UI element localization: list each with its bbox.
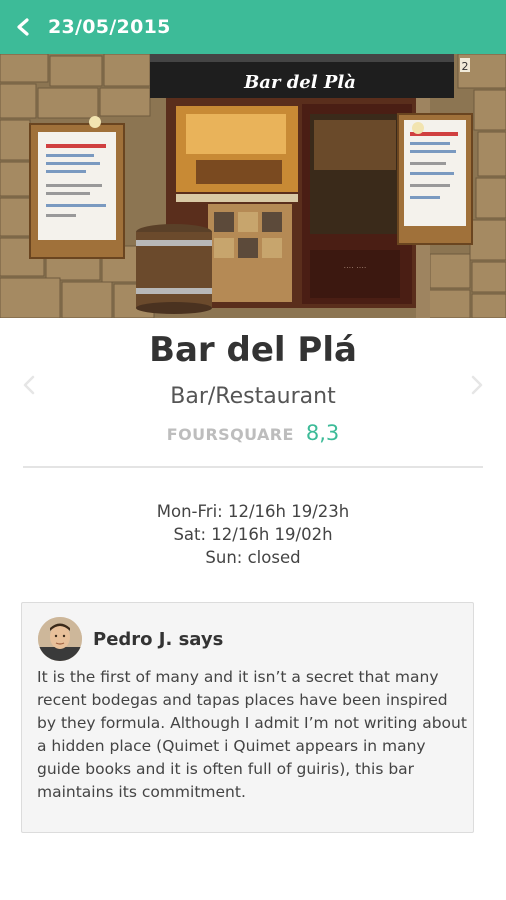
venue-photo: Bar del Plà 2 .... .... xyxy=(0,54,506,318)
app-screen: 23/05/2015 Bar del Plà 2 .... .... Bar d… xyxy=(0,0,506,900)
chevron-right-icon xyxy=(471,375,483,395)
venue-category: Bar/Restaurant xyxy=(170,384,336,409)
opening-hours: Mon-Fri: 12/16h 19/23h Sat: 12/16h 19/02… xyxy=(0,500,506,569)
hours-weekdays: Mon-Fri: 12/16h 19/23h xyxy=(156,502,350,521)
next-venue-button[interactable] xyxy=(462,370,492,400)
chevron-left-icon xyxy=(23,375,35,395)
rating-source-label: FOURSQUARE xyxy=(166,425,294,444)
section-divider xyxy=(23,466,483,468)
storefront-image: Bar del Plà 2 .... .... xyxy=(0,54,506,318)
reviewer-header: Pedro J. says xyxy=(38,617,223,661)
right-menu-board xyxy=(397,113,473,245)
svg-text:.... ....: .... .... xyxy=(344,261,367,270)
review-text: It is the first of many and it isn’t a s… xyxy=(37,668,467,801)
previous-venue-button[interactable] xyxy=(14,370,44,400)
bar-sign-text: Bar del Plà xyxy=(243,72,356,93)
reviewer-photo xyxy=(38,617,82,661)
left-menu-board xyxy=(29,123,125,259)
review-card: Pedro J. says It is the first of many an… xyxy=(21,602,474,833)
rating-value: 8,3 xyxy=(305,421,340,445)
venue-name: Bar del Plá xyxy=(149,330,357,370)
hours-sunday: Sun: closed xyxy=(205,548,301,567)
top-app-bar: 23/05/2015 xyxy=(0,0,506,54)
back-button[interactable] xyxy=(0,0,46,54)
house-number: 2 xyxy=(462,60,469,73)
reviewer-name: Pedro J. says xyxy=(93,628,224,650)
avatar xyxy=(38,617,82,661)
hours-saturday: Sat: 12/16h 19/02h xyxy=(173,525,333,544)
chevron-left-icon xyxy=(17,18,29,36)
page-title: 23/05/2015 xyxy=(48,16,171,38)
rating-row: FOURSQUARE 8,3 xyxy=(0,421,506,445)
barrel-illustration xyxy=(136,224,212,314)
